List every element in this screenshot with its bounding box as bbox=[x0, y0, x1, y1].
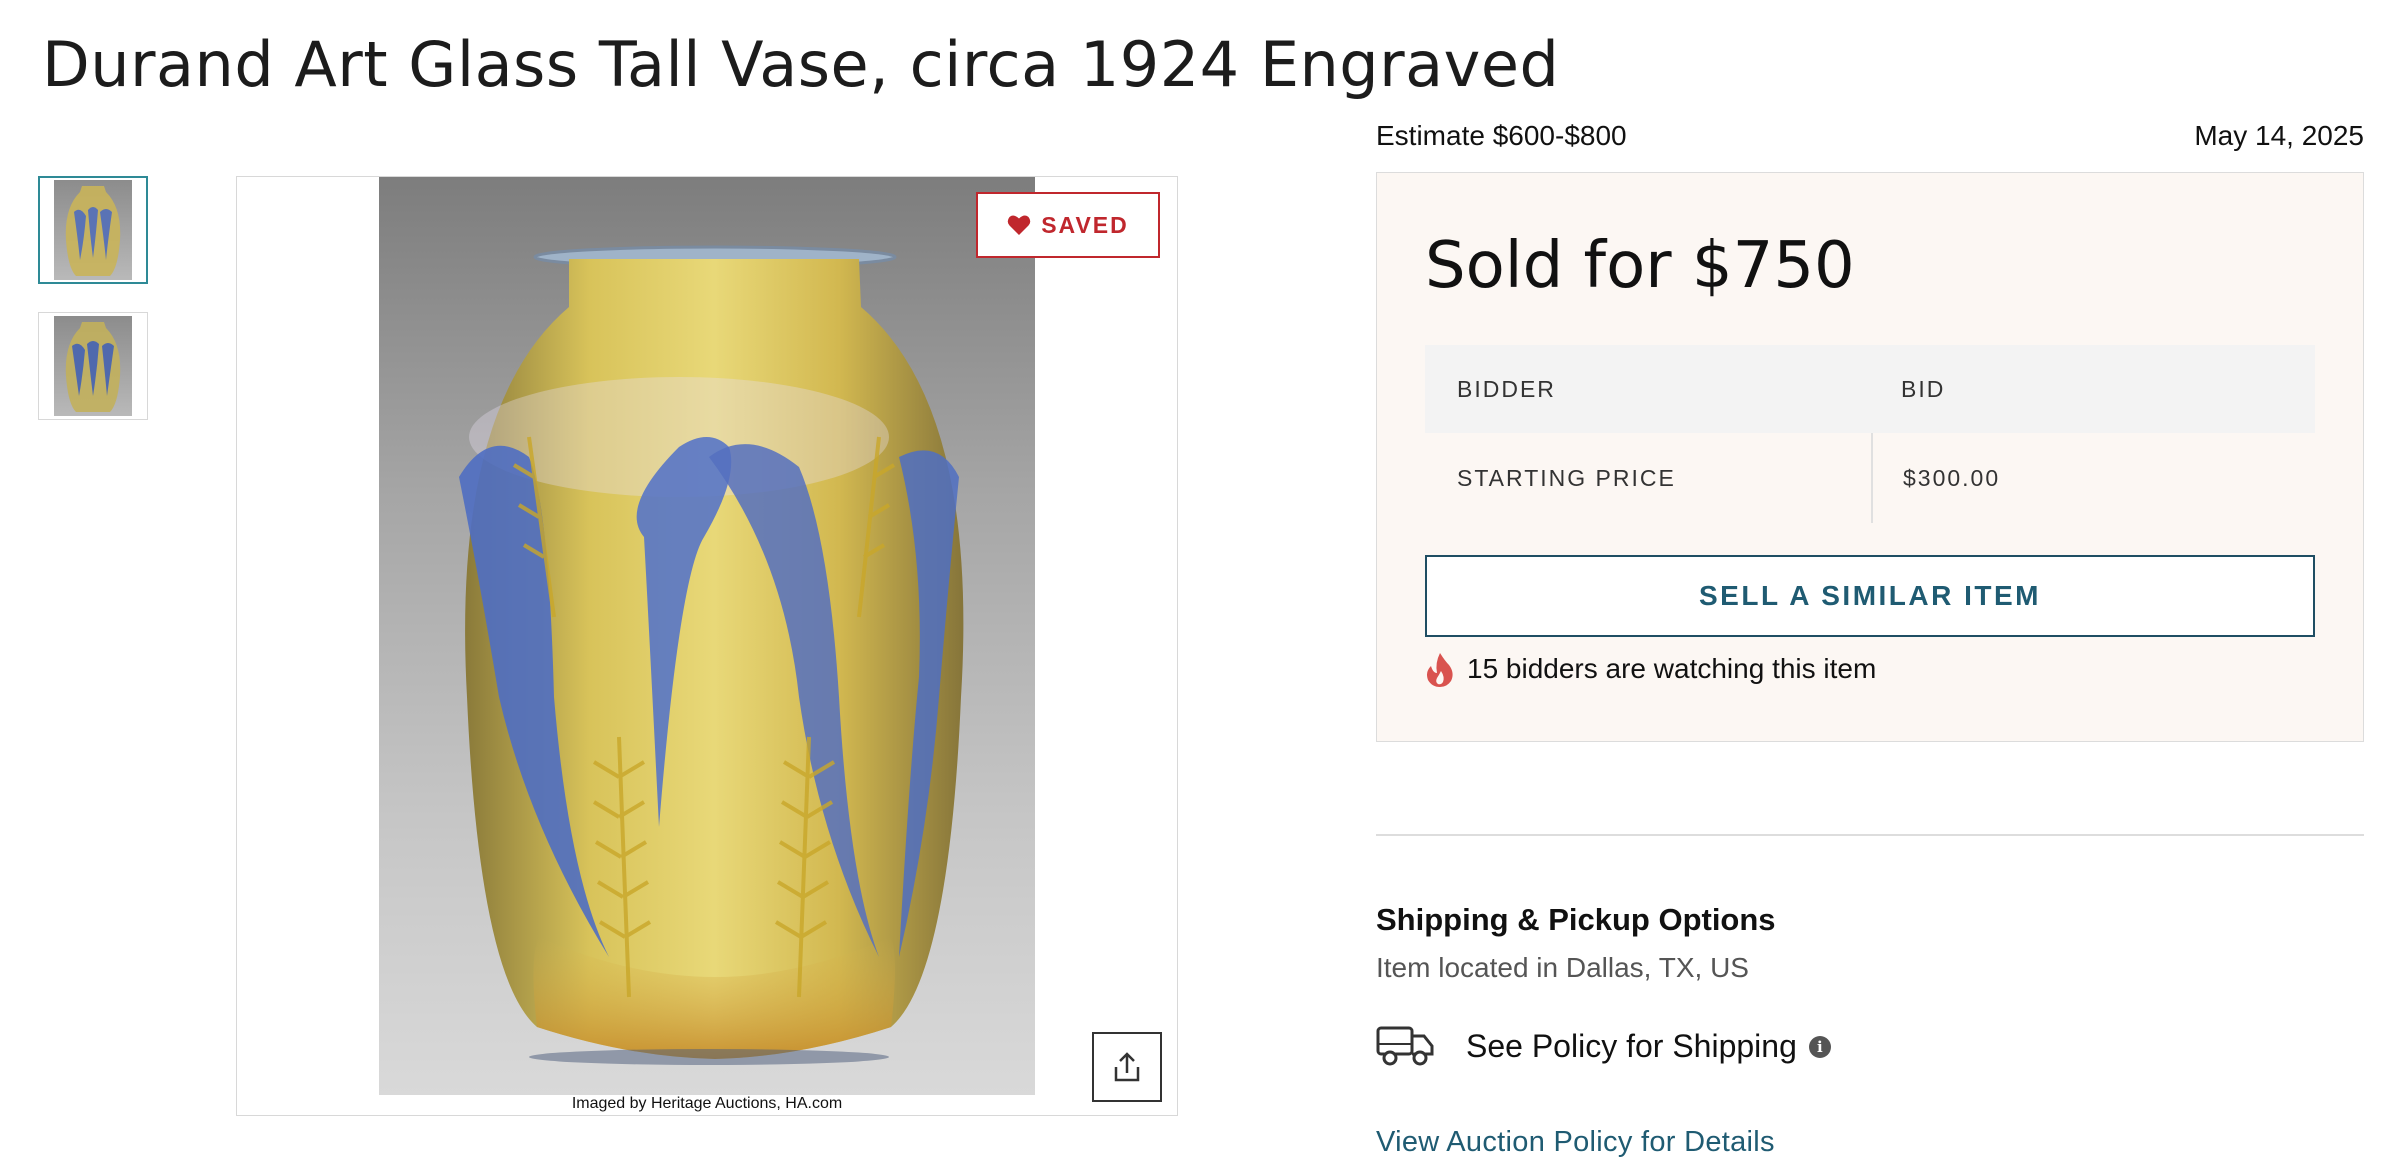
auction-date: May 14, 2025 bbox=[2194, 120, 2364, 151]
page-title: Durand Art Glass Tall Vase, circa 1924 E… bbox=[42, 28, 1560, 101]
vase-photo bbox=[379, 177, 1035, 1095]
sold-price: Sold for $750 bbox=[1425, 229, 1855, 303]
auction-policy-link[interactable]: View Auction Policy for Details bbox=[1376, 1126, 1775, 1159]
bid-table-header: BIDDER BID bbox=[1425, 345, 2315, 433]
row-label: STARTING PRICE bbox=[1457, 464, 1676, 491]
watching-info: 15 bidders are watching this item bbox=[1425, 651, 1876, 687]
fire-icon bbox=[1427, 653, 1453, 687]
thumbnail-image bbox=[54, 316, 132, 416]
sell-similar-button[interactable]: SELL A SIMILAR ITEM bbox=[1425, 555, 2315, 637]
thumbnail-1[interactable] bbox=[38, 176, 148, 284]
main-image-frame[interactable]: Imaged by Heritage Auctions, HA.com bbox=[236, 176, 1178, 1116]
share-icon bbox=[1114, 1052, 1140, 1082]
truck-icon bbox=[1376, 1026, 1434, 1066]
thumbnail-image bbox=[54, 180, 132, 280]
saved-label: SAVED bbox=[1041, 211, 1129, 238]
image-credit: Imaged by Heritage Auctions, HA.com bbox=[571, 1095, 843, 1112]
header-bidder: BIDDER bbox=[1457, 375, 1556, 402]
shipping-title: Shipping & Pickup Options bbox=[1376, 902, 1776, 937]
sell-similar-label: SELL A SIMILAR ITEM bbox=[1698, 580, 2042, 611]
sold-panel: Sold for $750 BIDDER BID STARTING PRICE … bbox=[1376, 172, 2364, 742]
row-value: $300.00 bbox=[1871, 433, 2000, 523]
table-row: STARTING PRICE $300.00 bbox=[1425, 433, 2315, 523]
heart-icon bbox=[1007, 215, 1031, 235]
saved-button[interactable]: SAVED bbox=[976, 192, 1160, 258]
shipping-policy-label: See Policy for Shipping bbox=[1466, 1028, 1797, 1064]
thumbnail-2[interactable] bbox=[38, 312, 148, 420]
header-bid: BID bbox=[1901, 375, 1946, 402]
shipping-location: Item located in Dallas, TX, US bbox=[1376, 952, 1749, 983]
watching-text: 15 bidders are watching this item bbox=[1467, 653, 1877, 684]
info-icon[interactable]: i bbox=[1808, 1035, 1831, 1058]
bid-table: BIDDER BID STARTING PRICE $300.00 bbox=[1425, 345, 2315, 523]
estimate: Estimate $600-$800 bbox=[1376, 120, 1627, 151]
shipping-policy-link[interactable]: See Policy for Shipping i bbox=[1466, 1028, 1831, 1065]
section-divider bbox=[1376, 834, 2364, 836]
share-button[interactable] bbox=[1092, 1032, 1162, 1102]
